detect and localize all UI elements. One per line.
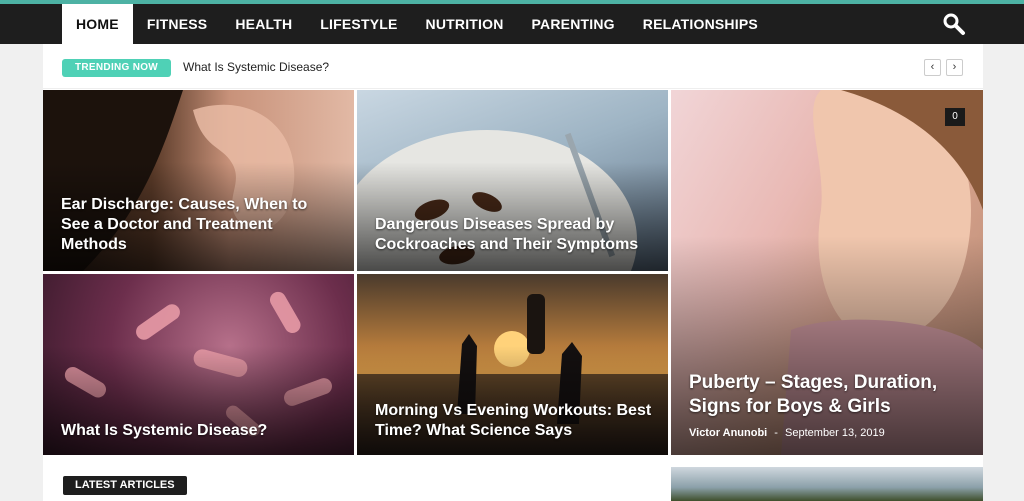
trending-bar: TRENDING NOW What Is Systemic Disease? ‹… <box>43 44 983 89</box>
featured-title[interactable]: Dangerous Diseases Spread by Cockroaches… <box>375 215 652 255</box>
nav-item-nutrition[interactable]: NUTRITION <box>412 4 518 44</box>
trending-headline[interactable]: What Is Systemic Disease? <box>183 60 329 74</box>
meta-separator: - <box>774 427 778 439</box>
tile-shade <box>671 236 983 455</box>
featured-tile-cockroach-diseases[interactable]: Dangerous Diseases Spread by Cockroaches… <box>357 90 668 271</box>
trending-badge: TRENDING NOW <box>62 59 172 77</box>
post-date: September 13, 2019 <box>785 427 885 439</box>
latest-articles-heading: LATEST ARTICLES <box>63 476 187 495</box>
post-meta: Victor Anunobi - September 13, 2019 <box>689 427 885 439</box>
nav-item-fitness[interactable]: FITNESS <box>133 4 222 44</box>
comment-count-badge[interactable]: 0 <box>945 108 965 126</box>
featured-tile-systemic-disease[interactable]: What Is Systemic Disease? <box>43 274 354 455</box>
featured-title[interactable]: Puberty – Stages, Duration, Signs for Bo… <box>689 371 967 419</box>
nav-item-lifestyle[interactable]: LIFESTYLE <box>306 4 411 44</box>
post-author[interactable]: Victor Anunobi <box>689 427 767 439</box>
sidebar-photo[interactable] <box>671 467 983 501</box>
top-navbar: HOME FITNESS HEALTH LIFESTYLE NUTRITION … <box>0 0 1024 44</box>
nav-item-parenting[interactable]: PARENTING <box>518 4 629 44</box>
featured-tile-ear-discharge[interactable]: Ear Discharge: Causes, When to See a Doc… <box>43 90 354 271</box>
search-icon[interactable] <box>942 12 966 36</box>
featured-tile-workouts[interactable]: Morning Vs Evening Workouts: Best Time? … <box>357 274 668 455</box>
featured-title[interactable]: Morning Vs Evening Workouts: Best Time? … <box>375 401 652 441</box>
featured-title[interactable]: What Is Systemic Disease? <box>61 421 338 441</box>
main-nav: HOME FITNESS HEALTH LIFESTYLE NUTRITION … <box>62 4 772 44</box>
featured-tile-puberty[interactable]: 0 Puberty – Stages, Duration, Signs for … <box>671 90 983 455</box>
nav-item-relationships[interactable]: RELATIONSHIPS <box>629 4 772 44</box>
nav-item-home[interactable]: HOME <box>62 4 133 44</box>
featured-title[interactable]: Ear Discharge: Causes, When to See a Doc… <box>61 195 338 255</box>
trending-next-button[interactable]: › <box>946 59 963 76</box>
nav-item-health[interactable]: HEALTH <box>221 4 306 44</box>
trending-prev-button[interactable]: ‹ <box>924 59 941 76</box>
